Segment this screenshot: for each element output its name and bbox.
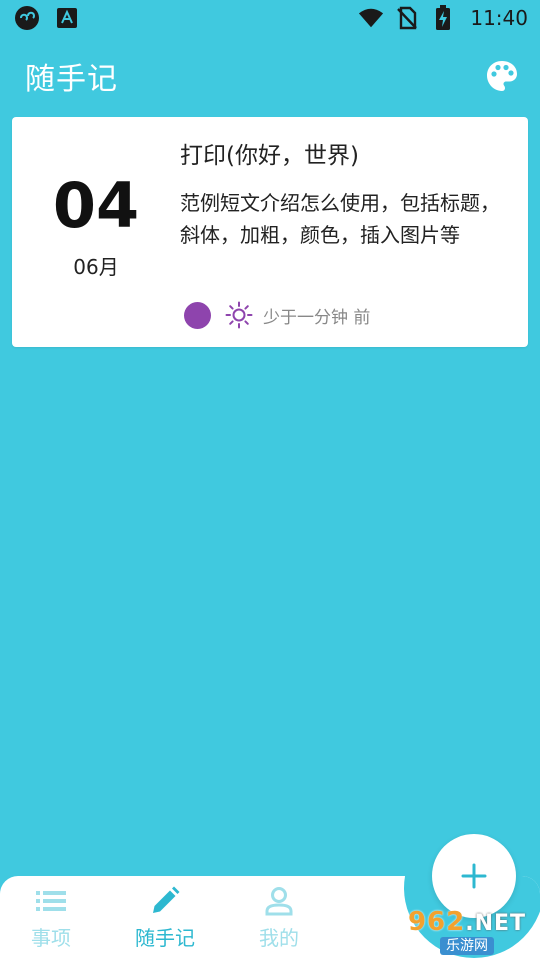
- note-color-dot: [184, 301, 211, 329]
- note-month: 06月: [73, 254, 119, 279]
- watermark-suffix: .NET: [465, 911, 527, 936]
- nav-item-notes[interactable]: 随手记: [110, 886, 220, 956]
- watermark-main: 962.NET: [408, 909, 526, 935]
- wifi-icon: [358, 5, 384, 31]
- nav-item-profile[interactable]: 我的: [224, 886, 334, 956]
- watermark-sub: 乐游网: [440, 937, 494, 955]
- watermark-number: 962: [407, 907, 466, 937]
- sun-icon: [225, 301, 253, 329]
- note-title: 打印(你好，世界): [180, 143, 359, 169]
- nav-item-tasks[interactable]: 事项: [0, 886, 106, 956]
- plus-icon: [461, 863, 487, 889]
- note-content: 打印(你好，世界) 范例短文介绍怎么使用，包括标题，斜体，加粗，颜色，插入图片等: [180, 139, 508, 251]
- nav-label-notes: 随手记: [135, 926, 195, 950]
- palette-icon: [487, 61, 517, 91]
- status-right: 11:40: [358, 5, 528, 31]
- user-icon: [264, 886, 294, 916]
- note-body: 范例短文介绍怎么使用，包括标题，斜体，加粗，颜色，插入图片等: [180, 191, 500, 247]
- note-date: 04 06月: [12, 117, 180, 347]
- nav-label-tasks: 事项: [31, 926, 71, 950]
- note-day: 04: [52, 168, 140, 242]
- note-meta: 少于一分钟 前: [184, 301, 370, 329]
- pencil-icon: [150, 886, 180, 916]
- font-a-icon: [54, 5, 80, 31]
- note-time-ago: 少于一分钟 前: [263, 307, 371, 328]
- no-sim-icon: [394, 5, 420, 31]
- status-time: 11:40: [470, 6, 528, 30]
- note-card[interactable]: 04 06月 打印(你好，世界) 范例短文介绍怎么使用，包括标题，斜体，加粗，颜…: [12, 117, 528, 347]
- app-bar: 随手记: [0, 40, 540, 112]
- status-left: [14, 5, 80, 31]
- nav-label-profile: 我的: [259, 926, 299, 950]
- page-title: 随手记: [25, 62, 118, 97]
- list-icon: [36, 886, 66, 916]
- battery-charging-icon: [430, 5, 456, 31]
- status-bar: 11:40: [0, 0, 540, 36]
- palette-button[interactable]: [484, 58, 520, 94]
- watermark-logo: 962.NET 乐游网: [398, 906, 536, 958]
- cloud-sync-icon: [14, 5, 40, 31]
